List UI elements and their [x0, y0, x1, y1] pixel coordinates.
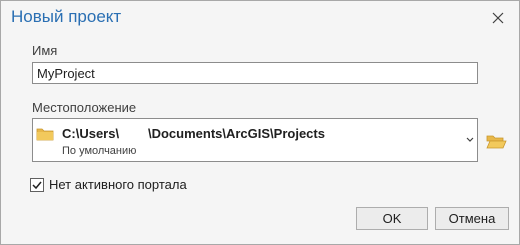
close-button[interactable] [487, 7, 509, 29]
browse-folder-button[interactable] [485, 133, 507, 151]
no-portal-label: Нет активного портала [49, 177, 187, 192]
cancel-button[interactable]: Отмена [435, 207, 509, 230]
dialog-title: Новый проект [11, 7, 122, 26]
project-name-input[interactable] [32, 62, 478, 84]
location-default-label: По умолчанию [62, 145, 137, 157]
folder-icon [36, 128, 54, 141]
no-portal-checkbox-row[interactable]: Нет активного портала [30, 177, 187, 192]
name-label: Имя [32, 43, 58, 58]
location-label: Местоположение [32, 100, 137, 115]
close-icon [492, 12, 504, 24]
chevron-down-icon[interactable] [465, 136, 475, 144]
location-path: C:\Users\ \Documents\ArcGIS\Projects [62, 126, 325, 141]
checkmark-icon [32, 181, 42, 189]
new-project-dialog: Новый проект Имя Местоположение C:\Users… [0, 0, 520, 245]
ok-button[interactable]: OK [356, 207, 428, 230]
no-portal-checkbox[interactable] [30, 177, 44, 192]
location-dropdown[interactable]: C:\Users\ \Documents\ArcGIS\Projects По … [32, 118, 478, 162]
folder-open-icon [486, 135, 507, 149]
